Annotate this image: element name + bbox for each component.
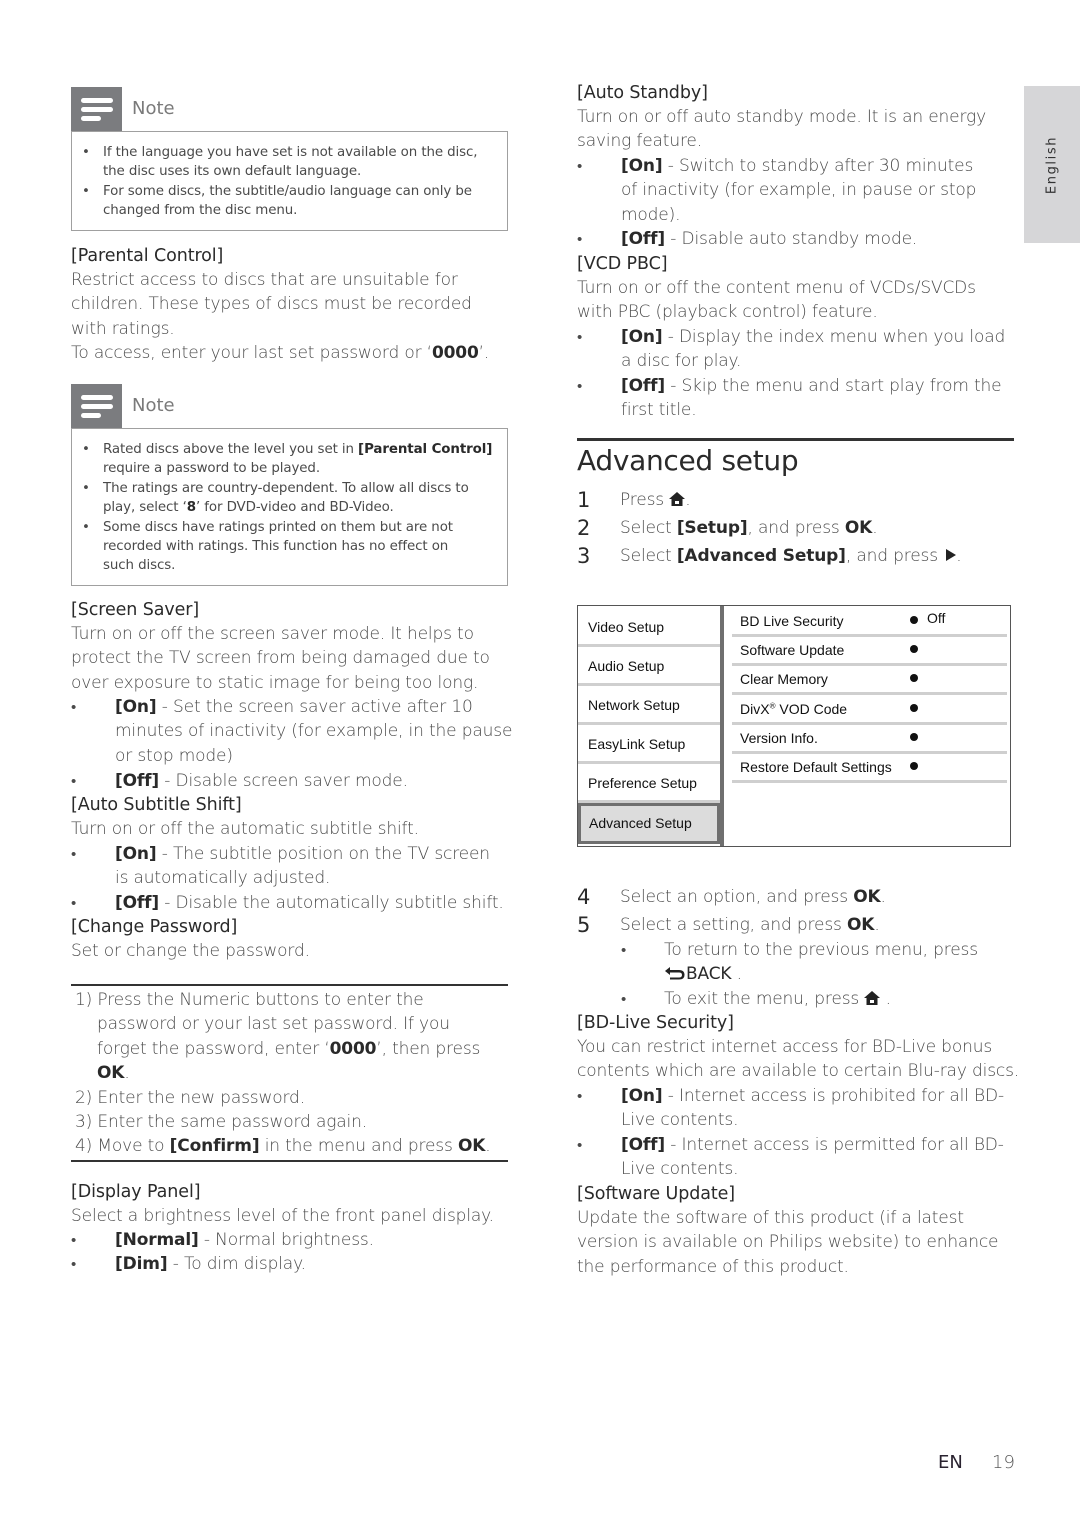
- back-icon: [665, 967, 685, 980]
- bullet-icon: [910, 704, 918, 712]
- step-3: 3 Select [Advanced Setup], and press .: [577, 544, 962, 568]
- password-steps: 1) Press the Numeric buttons to enter th…: [75, 988, 491, 1159]
- note-box-ratings: Note • Rated discs above the level you s…: [71, 384, 508, 586]
- section-title: Advanced setup: [577, 444, 799, 477]
- menu-item-video-setup[interactable]: Video Setup: [578, 608, 720, 647]
- play-right-icon: [946, 549, 957, 561]
- option-value: Off: [927, 610, 946, 626]
- setup-menu-screen: Video Setup Audio Setup Network Setup Ea…: [577, 605, 1011, 847]
- note-title: Note: [132, 98, 175, 119]
- menu-item-advanced-setup[interactable]: Advanced Setup: [578, 803, 720, 844]
- screen-saver-desc: Turn on or off the screen saver mode. It…: [71, 624, 490, 693]
- menu-item-preference-setup[interactable]: Preference Setup: [578, 764, 720, 803]
- note-content: • If the language you have set is not av…: [71, 131, 508, 231]
- auto-subtitle-heading: [Auto Subtitle Shift]: [71, 795, 242, 815]
- vcd-pbc-heading: [VCD PBC]: [577, 254, 668, 274]
- step-2: 2 Select [Setup], and press OK.: [577, 516, 878, 540]
- vcd-pbc-desc: Turn on or off the content menu of VCDs/…: [577, 278, 976, 323]
- note-icon: [71, 384, 122, 428]
- note-title: Note: [132, 395, 175, 416]
- menu-option-software-update[interactable]: Software Update: [732, 637, 1007, 666]
- note-content: • Rated discs above the level you set in…: [71, 428, 508, 586]
- bullet-icon: [910, 645, 918, 653]
- section-divider: [577, 438, 1014, 441]
- software-update-heading: [Software Update]: [577, 1184, 736, 1204]
- home-icon: [669, 492, 686, 506]
- footer-language-code: EN: [938, 1452, 963, 1473]
- parental-control-heading: [Parental Control]: [71, 246, 224, 266]
- menu-option-restore-defaults[interactable]: Restore Default Settings: [732, 754, 1007, 783]
- password-step-4: 4) Move to [Confirm] in the menu and pre…: [75, 1136, 491, 1157]
- setup-menu-categories: Video Setup Audio Setup Network Setup Ea…: [578, 606, 724, 846]
- parental-control-desc: Restrict access to discs that are unsuit…: [71, 270, 490, 364]
- bullet-icon: [910, 616, 918, 624]
- note-icon: [71, 87, 122, 131]
- bullet-icon: [910, 674, 918, 682]
- bd-live-heading: [BD-Live Security]: [577, 1013, 734, 1033]
- divider: [71, 1160, 508, 1162]
- password-step-3: 3) Enter the same password again.: [75, 1112, 367, 1133]
- menu-option-version-info[interactable]: Version Info.: [732, 725, 1007, 754]
- menu-option-clear-memory[interactable]: Clear Memory: [732, 666, 1007, 695]
- bd-live-desc: You can restrict internet access for BD-…: [577, 1037, 1020, 1082]
- menu-item-audio-setup[interactable]: Audio Setup: [578, 647, 720, 686]
- step-5: 5 Select a setting, and press OK.: [577, 913, 880, 937]
- auto-standby-heading: [Auto Standby]: [577, 83, 708, 103]
- bullet-icon: [910, 762, 918, 770]
- menu-item-network-setup[interactable]: Network Setup: [578, 686, 720, 725]
- screen-saver-heading: [Screen Saver]: [71, 600, 200, 620]
- auto-standby-desc: Turn on or off auto standby mode. It is …: [577, 107, 986, 152]
- step-1: 1 Press .: [577, 488, 691, 512]
- note-box-language: Note • If the language you have set is n…: [71, 87, 508, 231]
- divider: [71, 984, 508, 986]
- menu-item-easylink-setup[interactable]: EasyLink Setup: [578, 725, 720, 764]
- language-tab-label: English: [1044, 135, 1060, 194]
- bullet-icon: [910, 733, 918, 741]
- page-number: 19: [992, 1452, 1015, 1473]
- menu-option-bd-live-security[interactable]: BD Live Security Off: [732, 608, 1007, 637]
- password-step-1: 1) Press the Numeric buttons to enter th…: [75, 990, 424, 1010]
- change-password-desc: Set or change the password.: [71, 941, 310, 961]
- password-step-2: 2) Enter the new password.: [75, 1087, 305, 1108]
- change-password-heading: [Change Password]: [71, 917, 238, 937]
- auto-subtitle-desc: Turn on or off the automatic subtitle sh…: [71, 819, 419, 839]
- display-panel-heading: [Display Panel]: [71, 1182, 201, 1202]
- home-icon: [864, 991, 881, 1005]
- step-4: 4 Select an option, and press OK.: [577, 885, 886, 909]
- menu-option-divx-vod-code[interactable]: DivX® VOD Code: [732, 696, 1007, 725]
- display-panel-desc: Select a brightness level of the front p…: [71, 1206, 494, 1226]
- language-tab: English: [1024, 86, 1080, 243]
- software-update-desc: Update the software of this product (if …: [577, 1208, 999, 1277]
